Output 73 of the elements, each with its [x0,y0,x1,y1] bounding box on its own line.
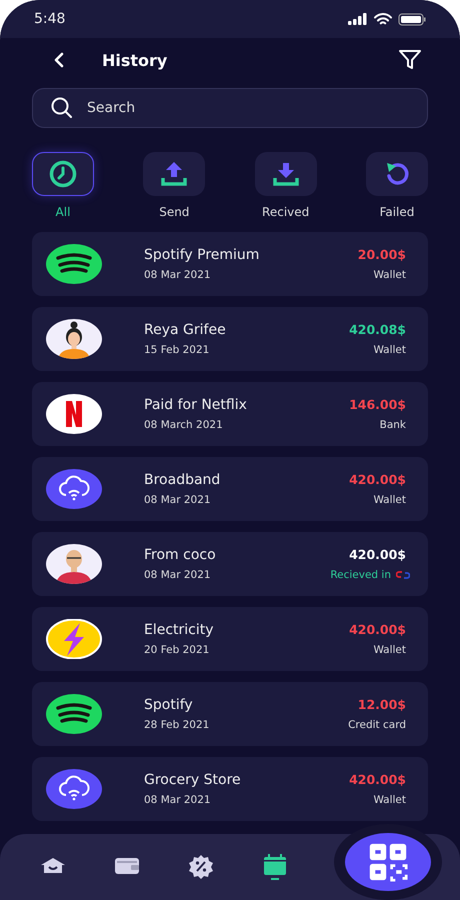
transaction-name: Grocery Store [144,772,242,788]
payment-method: Recieved in [330,569,391,581]
signal-icon [348,13,368,25]
download-icon [272,160,300,188]
transaction-card[interactable]: Electricity 20 Feb 2021 420.00$ Wallet [32,607,428,671]
music-logo-icon [46,244,102,284]
payment-method: Wallet [373,494,406,506]
transaction-card[interactable]: Broadband 08 Mar 2021 420.00$ Wallet [32,457,428,521]
qr-scan-button[interactable] [345,833,431,891]
transaction-amount: 420.08$ [349,322,406,337]
payment-method: Wallet [373,344,406,356]
transaction-name: Spotify Premium [144,247,260,263]
transaction-amount: 12.00$ [358,697,406,712]
upload-icon [160,160,188,188]
page-title: History [102,50,168,70]
person-avatar-icon [46,544,102,584]
cloud-wifi-icon [46,469,102,509]
bank-logo-icon [396,571,410,579]
discount-icon[interactable] [188,853,214,881]
status-time: 5:48 [34,11,66,27]
filter-tab[interactable] [143,152,206,196]
transaction-card[interactable]: Reya Grifee 15 Feb 2021 420.08$ Wallet [32,307,428,371]
transaction-card[interactable]: Grocery Store 08 Mar 2021 420.00$ Wallet [32,757,428,821]
transaction-name: Spotify [144,697,194,713]
transaction-date: 08 Mar 2021 [144,269,212,281]
payment-method: Wallet [373,644,406,656]
filter-label: All [56,205,70,219]
transaction-date: 08 Mar 2021 [144,494,212,506]
music-logo-icon [46,694,102,734]
filter-label: Failed [380,205,414,219]
payment-method: Wallet [373,794,406,806]
transaction-date: 20 Feb 2021 [144,644,210,656]
wifi-icon [374,12,392,26]
filter-tab[interactable] [366,152,428,196]
transaction-name: Paid for Netflix [144,397,248,413]
clock-icon [48,159,78,189]
transaction-amount: 20.00$ [358,247,406,262]
transaction-amount: 420.00$ [349,622,406,637]
transaction-card[interactable]: Spotify Premium 08 Mar 2021 20.00$ Wallet [32,232,428,296]
transaction-amount: 420.00$ [349,547,406,562]
transaction-card[interactable]: Paid for Netflix 08 March 2021 146.00$ Bank [32,382,428,446]
filter-label: Send [159,205,190,219]
transaction-name: Broadband [144,472,222,488]
transaction-name: From coco [144,547,217,563]
transaction-card[interactable]: From coco 08 Mar 2021 420.00$ Recieved in [32,532,428,596]
filter-button[interactable] [398,49,422,71]
person-avatar-icon [46,319,102,359]
transaction-date: 28 Feb 2021 [144,719,210,731]
filter-tab[interactable] [254,152,317,196]
transaction-date: 08 Mar 2021 [144,569,212,581]
transaction-amount: 420.00$ [349,772,406,787]
payment-method: Bank [380,419,406,431]
transaction-amount: 420.00$ [349,472,406,487]
filter-tab[interactable] [32,152,94,196]
transaction-date: 08 Mar 2021 [144,794,212,806]
transaction-card[interactable]: Spotify 28 Feb 2021 12.00$ Credit card [32,682,428,746]
qr-code-icon [368,842,408,882]
transaction-date: 08 March 2021 [144,419,224,431]
battery-icon [398,12,426,26]
calendar-icon[interactable] [262,853,288,881]
transaction-date: 15 Feb 2021 [144,344,210,356]
transaction-amount: 146.00$ [349,397,406,412]
search-icon [50,96,74,120]
transaction-name: Reya Grifee [144,322,227,338]
transaction-name: Electricity [144,622,215,638]
letter-logo-icon [46,394,102,434]
cloud-wifi-icon [46,769,102,809]
back-button[interactable] [52,52,66,68]
search-field[interactable]: Search [32,88,428,128]
payment-method: Credit card [348,719,406,731]
payment-method: Wallet [373,269,406,281]
lightning-icon [46,619,102,659]
filter-label: Recived [262,205,310,219]
